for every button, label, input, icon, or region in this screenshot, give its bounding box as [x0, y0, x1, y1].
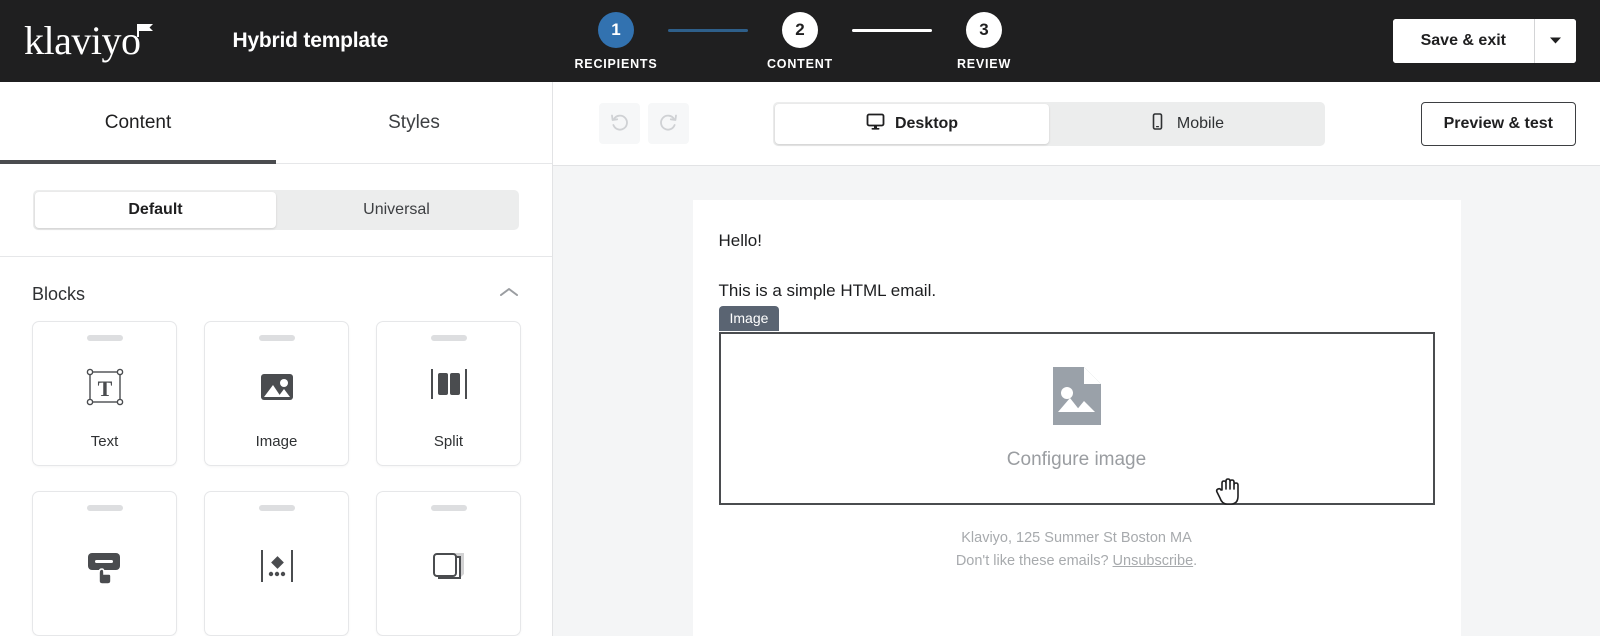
image-block-icon [257, 341, 297, 433]
template-scope-toggle-wrap: Default Universal [0, 164, 552, 257]
image-placeholder[interactable]: Configure image [718, 331, 1435, 505]
step-content[interactable]: 2 CONTENT [748, 11, 852, 71]
preview-test-button[interactable]: Preview & test [1420, 101, 1576, 146]
brand-area: klaviyo Hybrid template [0, 21, 388, 61]
block-card-image[interactable]: Image [204, 321, 349, 466]
left-sidebar: Content Styles Default Universal Blocks [0, 82, 553, 636]
template-scope-toggle: Default Universal [33, 190, 519, 230]
block-label-image: Image [255, 433, 298, 450]
device-preview-toggle: Desktop Mobile [773, 101, 1325, 146]
image-file-icon [1050, 365, 1104, 432]
undo-button[interactable] [599, 103, 640, 144]
step-number-3: 3 [966, 11, 1002, 48]
step-label-content: CONTENT [766, 56, 833, 71]
email-template-editor: klaviyo Hybrid template 1 RECIPIENTS 2 C… [0, 0, 1600, 636]
email-paragraph-1[interactable]: Hello! [719, 230, 1435, 251]
email-canvas: Hello! This is a simple HTML email. Imag… [553, 166, 1600, 636]
device-label-desktop: Desktop [894, 114, 959, 132]
step-number-1: 1 [598, 11, 634, 48]
scope-universal-option[interactable]: Universal [276, 192, 517, 228]
svg-text:T: T [97, 376, 112, 401]
email-paragraph-2[interactable]: This is a simple HTML email. [719, 280, 1435, 301]
history-buttons [599, 103, 689, 144]
save-exit-button[interactable]: Save & exit [1392, 19, 1534, 63]
redo-icon [658, 112, 679, 136]
chevron-up-icon [499, 285, 519, 303]
block-label-text: Text [90, 433, 119, 450]
step-review[interactable]: 3 REVIEW [932, 11, 1036, 71]
blocks-grid: T Text Image Split [0, 317, 552, 636]
step-label-review: REVIEW [956, 56, 1012, 71]
table-block-icon [426, 511, 472, 620]
button-block-icon [82, 511, 128, 620]
device-label-mobile: Mobile [1176, 114, 1225, 132]
block-card-divider[interactable] [204, 491, 349, 636]
block-card-button[interactable] [32, 491, 177, 636]
undo-icon [609, 112, 630, 136]
email-footer: Klaviyo, 125 Summer St Boston MA Don't l… [719, 505, 1435, 591]
drag-handle[interactable] [430, 335, 467, 341]
editor-body: Content Styles Default Universal Blocks [0, 82, 1600, 636]
blocks-section-header: Blocks [0, 257, 552, 317]
step-number-2: 2 [782, 11, 818, 48]
step-connector-2 [852, 28, 932, 32]
footer-address: Klaviyo, 125 Summer St Boston MA [961, 529, 1192, 546]
canvas-panel: Desktop Mobile Preview & test Hello! Thi… [553, 82, 1600, 636]
canvas-toolbar: Desktop Mobile Preview & test [553, 82, 1600, 166]
image-block: Image Configure image [718, 305, 1435, 505]
unsubscribe-prefix: Don't like these emails? [955, 552, 1113, 569]
step-label-recipients: RECIPIENTS [574, 56, 658, 71]
block-card-text[interactable]: T Text [32, 321, 177, 466]
block-card-table[interactable] [376, 491, 521, 636]
scope-default-option[interactable]: Default [35, 192, 276, 228]
save-exit-group: Save & exit [1392, 19, 1576, 63]
block-type-badge: Image [718, 305, 780, 331]
unsubscribe-suffix: . [1193, 552, 1198, 569]
phone-icon [1148, 112, 1167, 136]
block-card-split[interactable]: Split [376, 321, 521, 466]
text-block-icon: T [83, 341, 127, 433]
klaviyo-logo[interactable]: klaviyo [24, 21, 156, 61]
unsubscribe-link[interactable]: Unsubscribe [1113, 553, 1194, 569]
tab-content[interactable]: Content [0, 82, 276, 164]
footer-unsubscribe-line: Don't like these emails? Unsubscribe. [719, 550, 1435, 573]
blocks-section-title: Blocks [32, 283, 86, 304]
device-option-mobile[interactable]: Mobile [1049, 104, 1323, 144]
split-block-icon [427, 335, 471, 433]
monitor-icon [866, 112, 885, 136]
redo-button[interactable] [648, 103, 689, 144]
top-bar: klaviyo Hybrid template 1 RECIPIENTS 2 C… [0, 0, 1600, 82]
blocks-collapse-button[interactable] [496, 281, 522, 307]
step-recipients[interactable]: 1 RECIPIENTS [564, 11, 668, 71]
step-connector-1 [668, 28, 748, 32]
flag-icon [137, 23, 154, 42]
tab-styles[interactable]: Styles [276, 82, 552, 163]
device-option-desktop[interactable]: Desktop [775, 103, 1049, 144]
sidebar-tabs: Content Styles [0, 82, 552, 164]
configure-image-label: Configure image [1006, 449, 1147, 470]
divider-block-icon [255, 511, 299, 620]
document-title: Hybrid template [232, 29, 389, 52]
save-options-dropdown[interactable] [1534, 19, 1576, 63]
block-label-split: Split [433, 433, 464, 450]
email-body: Hello! This is a simple HTML email. Imag… [692, 200, 1461, 636]
chevron-down-icon [1549, 32, 1562, 50]
